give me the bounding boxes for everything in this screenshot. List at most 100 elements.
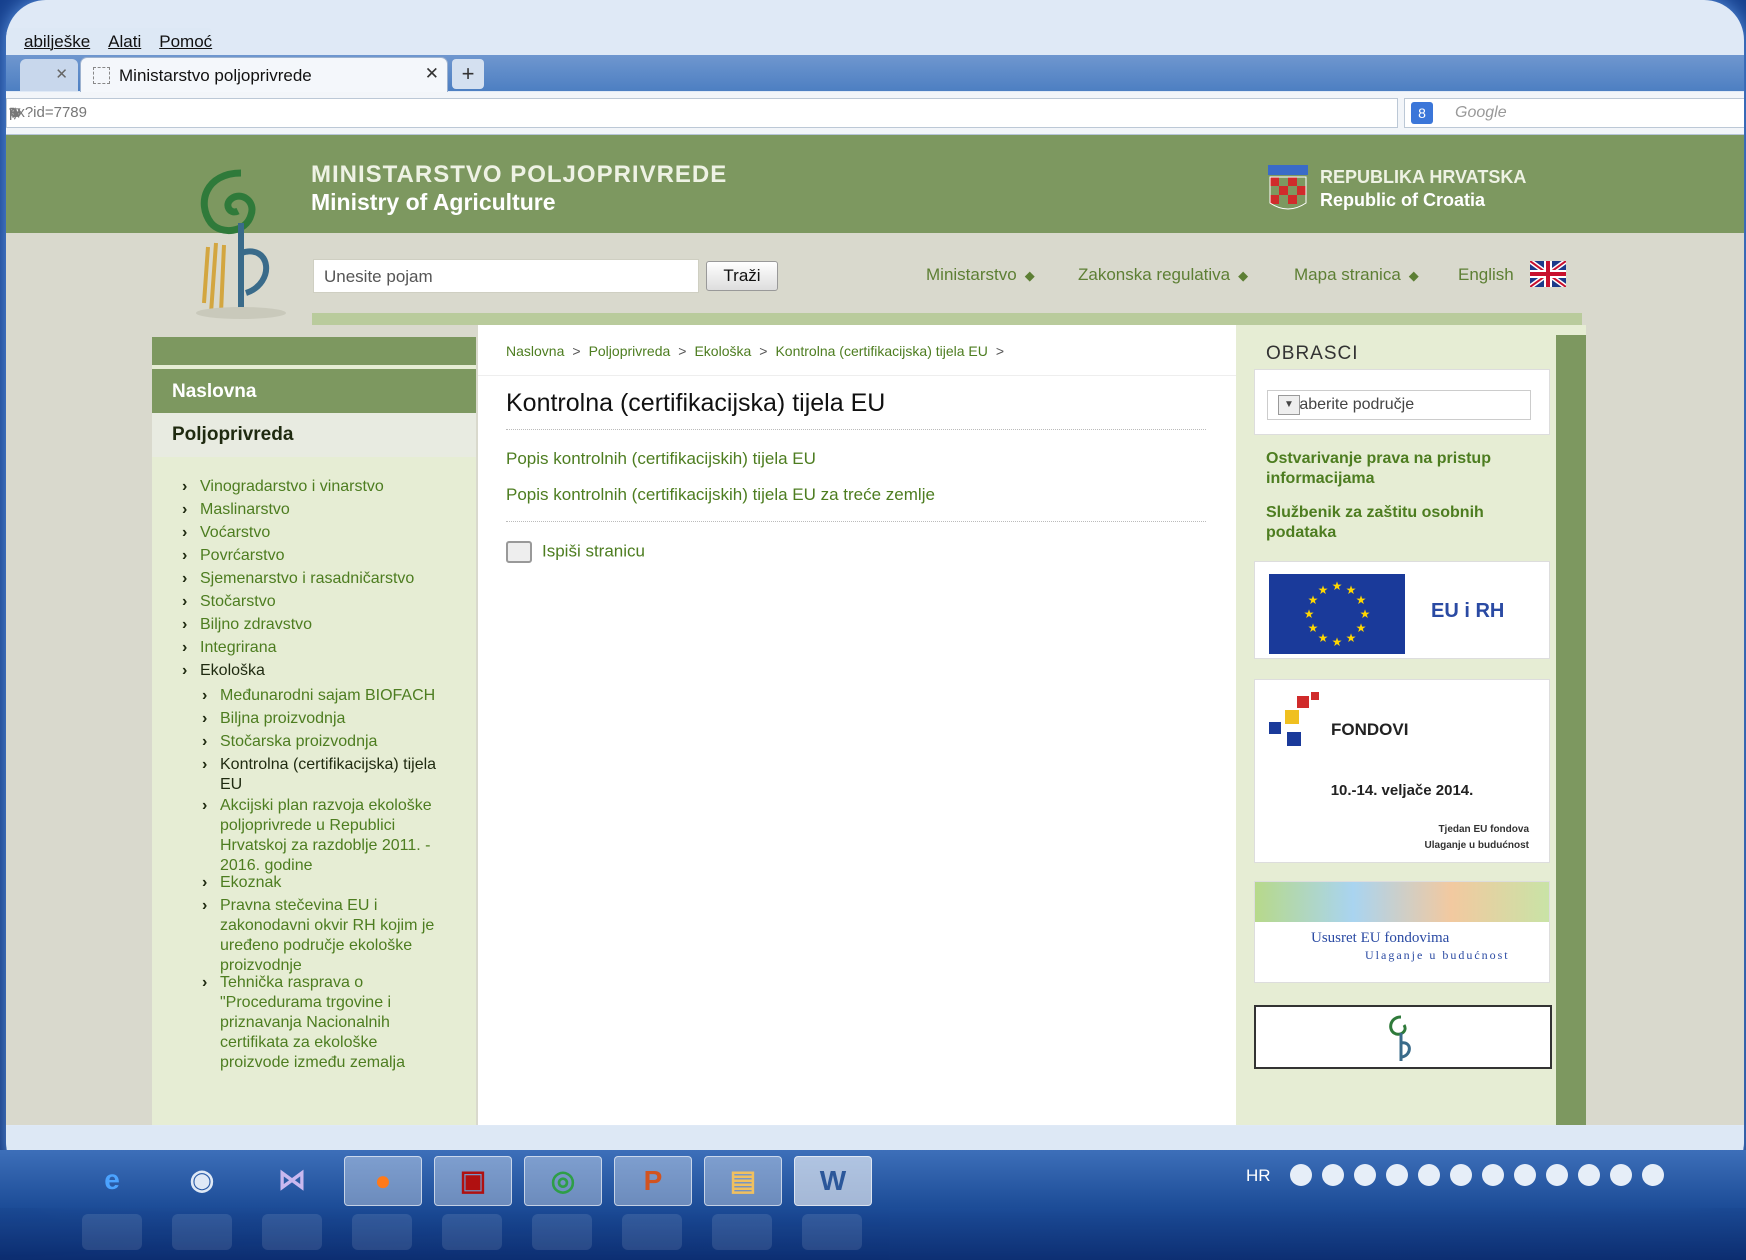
tray-icon[interactable] (1578, 1164, 1600, 1186)
browser-search-box[interactable]: 8 Google (1404, 98, 1744, 128)
sidebar-item-ekoloska[interactable]: › Ekološka (182, 661, 265, 681)
sidebar-item[interactable]: › Voćarstvo (182, 523, 270, 543)
menu-item-tools[interactable]: Alati (108, 28, 141, 55)
sort-arrows-icon: ◆ (1024, 268, 1035, 283)
sidebar-subitem[interactable]: › Biljna proizvodnja (202, 709, 346, 729)
tray-icon[interactable] (1290, 1164, 1312, 1186)
chevron-down-icon[interactable]: ▼ (1278, 395, 1300, 415)
google-icon[interactable]: 8 (1411, 102, 1433, 124)
print-link[interactable]: Ispiši stranicu (506, 541, 645, 563)
new-tab-button[interactable]: + (452, 59, 484, 89)
sidebar-item[interactable]: › Biljno zdravstvo (182, 615, 312, 635)
sidebar-subitem[interactable]: › Međunarodni sajam BIOFACH (202, 686, 436, 706)
topnav-english[interactable]: English (1458, 265, 1514, 285)
ministry-mini-banner[interactable] (1254, 1005, 1552, 1069)
tray-icon[interactable] (1482, 1164, 1504, 1186)
save-disk-icon[interactable]: ▣ (434, 1156, 512, 1206)
nav-bar: px?id=7789 ★ ▽ ↻ 8 Google (6, 92, 1744, 135)
menu-item-help[interactable]: Pomoć (159, 28, 212, 55)
sidebar-subitem-label: Međunarodni sajam BIOFACH (220, 687, 436, 704)
sidebar-subitem[interactable]: › Pravna stečevina EU i zakonodavni okvir … (202, 896, 470, 976)
topnav-ministarstvo[interactable]: Ministarstvo ◆ (926, 265, 1035, 285)
tray-icon[interactable] (1354, 1164, 1376, 1186)
tray-icon[interactable] (1418, 1164, 1440, 1186)
system-tray (1290, 1164, 1664, 1186)
eu-banner[interactable]: ★ ★ ★ ★ ★ ★ ★ ★ ★ ★ ★ ★ EU i RH (1254, 561, 1550, 659)
sidebar-item[interactable]: › Integrirana (182, 638, 277, 658)
site-title-en: Ministry of Agriculture (311, 189, 556, 215)
content-link[interactable]: Popis kontrolnih (certifikacijskih) tije… (506, 485, 935, 505)
menu-item-notes[interactable]: abilješke (24, 28, 90, 55)
breadcrumb-item[interactable]: Poljoprivreda (589, 343, 671, 359)
tray-icon[interactable] (1322, 1164, 1344, 1186)
tray-icon[interactable] (1450, 1164, 1472, 1186)
address-bar[interactable]: px?id=7789 ★ ▽ ↻ (6, 98, 1398, 128)
access-info-link[interactable]: Ostvarivanje prava na pristup informacij… (1266, 449, 1526, 489)
sidebar-item[interactable]: › Sjemenarstvo i rasadničarstvo (182, 569, 415, 589)
wifi-icon[interactable]: ◉ (164, 1156, 240, 1204)
word-icon[interactable]: W (794, 1156, 872, 1206)
close-icon[interactable]: ✕ (425, 64, 439, 84)
uk-flag-icon[interactable] (1530, 261, 1566, 287)
chevron-right-icon: › (182, 662, 188, 679)
chevron-right-icon: › (182, 639, 188, 656)
chrome-icon[interactable]: ◎ (524, 1156, 602, 1206)
tray-icon[interactable] (1610, 1164, 1632, 1186)
search-button[interactable]: Traži (706, 261, 778, 291)
taskbar-reflection (0, 1208, 1746, 1260)
sidebar-subitem-label: Biljna proizvodnja (220, 710, 346, 727)
sidebar-item-naslovna[interactable]: Naslovna (152, 369, 476, 413)
svg-text:★: ★ (1318, 583, 1329, 597)
ususret-line: Ulaganje u budućnost (1365, 948, 1510, 962)
sort-arrows-icon: ◆ (1238, 268, 1249, 283)
sidebar-item[interactable]: › Povrćarstvo (182, 546, 284, 566)
folder-icon[interactable]: ▤ (704, 1156, 782, 1206)
sidebar-subitem[interactable]: › Tehnička rasprava o "Procedurama trgovin… (202, 973, 470, 1073)
topnav-zakonska[interactable]: Zakonska regulativa ◆ (1078, 265, 1248, 285)
vs-icon[interactable]: ⋈ (254, 1156, 330, 1204)
breadcrumb-item[interactable]: Kontrolna (certifikacijska) tijela EU (775, 343, 987, 359)
fondovi-banner[interactable]: FONDOVI 10.-14. veljače 2014. Tjedan EU … (1254, 679, 1550, 863)
tray-icon[interactable] (1514, 1164, 1536, 1186)
sidebar-subitem[interactable]: › Ekoznak (202, 873, 281, 893)
breadcrumb-item[interactable]: Naslovna (506, 343, 564, 359)
tray-icon[interactable] (1386, 1164, 1408, 1186)
sidebar-item[interactable]: › Vinogradarstvo i vinarstvo (182, 477, 384, 497)
breadcrumb-item[interactable]: Ekološka (694, 343, 751, 359)
language-indicator[interactable]: HR (1246, 1166, 1271, 1186)
close-icon[interactable]: ✕ (55, 65, 68, 83)
powerpoint-icon[interactable]: P (614, 1156, 692, 1206)
sidebar-subitem[interactable]: › Stočarska proizvodnja (202, 732, 377, 752)
reload-icon[interactable]: ↻ (9, 104, 22, 122)
topnav-mapa[interactable]: Mapa stranica ◆ (1294, 265, 1419, 285)
area-select[interactable]: Odaberite područje ▼ (1267, 390, 1531, 420)
sidebar-item[interactable]: › Stočarstvo (182, 592, 276, 612)
svg-text:★: ★ (1332, 579, 1343, 593)
tray-icon[interactable] (1546, 1164, 1568, 1186)
eu-banner-text: EU i RH (1431, 600, 1505, 622)
search-placeholder: Google (1455, 104, 1507, 121)
sort-arrows-icon: ◆ (1408, 268, 1419, 283)
sidebar-subitem-line: poljoprivrede u Republici (220, 817, 396, 834)
croatia-coat-of-arms-icon (1268, 165, 1308, 210)
sidebar-item[interactable]: › Maslinarstvo (182, 500, 290, 520)
data-protection-link[interactable]: Službenik za zaštitu osobnih podataka (1266, 503, 1526, 543)
tray-icon[interactable] (1642, 1164, 1664, 1186)
tab-previous[interactable]: ✕ (20, 59, 78, 91)
ministry-logo-small-icon (1389, 1015, 1411, 1061)
internet-explorer-icon[interactable]: e (74, 1156, 150, 1204)
sidebar-item-poljoprivreda[interactable]: Poljoprivreda (152, 413, 476, 457)
ususret-banner[interactable]: Ususret EU fondovima Ulaganje u budućnos… (1254, 881, 1550, 983)
sidebar-subitem[interactable]: › Akcijski plan razvoja ekološke poljopriv… (202, 796, 470, 876)
chevron-right-icon: › (202, 897, 208, 914)
sidebar-item-label: Sjemenarstvo i rasadničarstvo (200, 570, 415, 587)
reflection-ghost (442, 1214, 502, 1250)
tab-active[interactable]: Ministarstvo poljoprivrede ✕ (80, 57, 448, 92)
content-link[interactable]: Popis kontrolnih (certifikacijskih) tije… (506, 449, 816, 469)
sidebar-subitem-line: Pravna stečevina EU i (220, 897, 378, 914)
topnav-label: Ministarstvo (926, 265, 1017, 284)
site-search-input[interactable]: Unesite pojam (313, 259, 699, 293)
svg-text:★: ★ (1318, 631, 1329, 645)
firefox-icon[interactable]: ● (344, 1156, 422, 1206)
sidebar-subitem-active[interactable]: › Kontrolna (certifikacijska) tijela EU (202, 755, 470, 795)
